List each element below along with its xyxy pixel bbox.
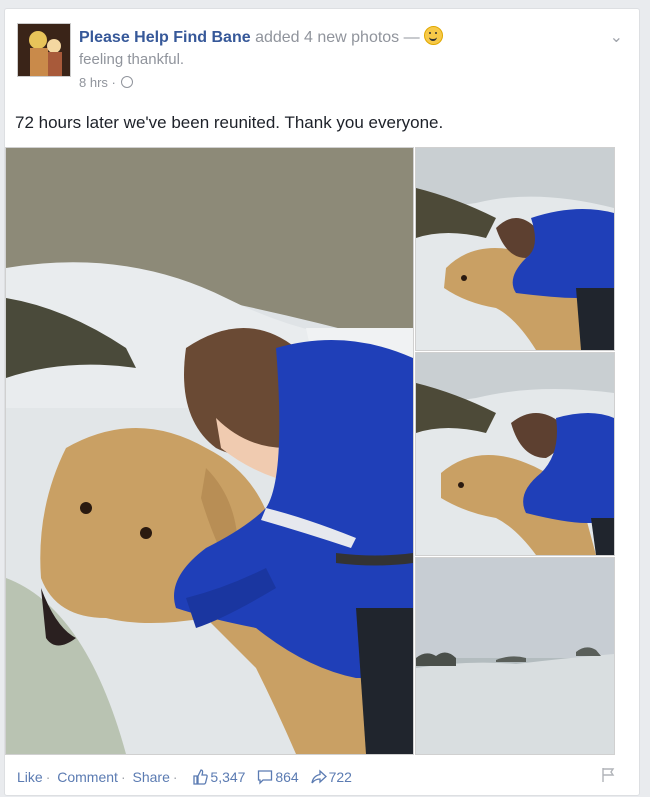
post-header: Please Help Find Bane added 4 new photos… <box>79 26 444 47</box>
comment-button[interactable]: Comment <box>57 769 118 785</box>
comment-icon <box>257 769 273 788</box>
share-button[interactable]: Share <box>133 769 170 785</box>
likes-count[interactable]: 5,347 <box>210 769 245 785</box>
thumbs-up-icon <box>192 769 209 788</box>
feeling-text: feeling thankful. <box>79 51 185 68</box>
photo-3[interactable] <box>415 352 615 556</box>
post-meta: 8 hrs · <box>79 75 134 90</box>
share-icon <box>310 769 327 788</box>
globe-icon <box>121 76 134 88</box>
chevron-down-icon[interactable]: ⌄ <box>610 27 623 47</box>
smiley-icon <box>424 26 444 45</box>
post-actions: Like · Comment · Share · 5,347 864 722 <box>17 769 352 788</box>
flag-icon[interactable] <box>601 767 615 788</box>
shares-count[interactable]: 722 <box>329 769 352 785</box>
photo-2[interactable] <box>415 147 615 351</box>
comments-count[interactable]: 864 <box>275 769 298 785</box>
author-name[interactable]: Please Help Find Bane <box>79 29 251 46</box>
post-text: 72 hours later we've been reunited. Than… <box>15 113 444 132</box>
like-button[interactable]: Like <box>17 769 43 785</box>
photo-4[interactable] <box>415 557 615 755</box>
post-timestamp[interactable]: 8 hrs · <box>79 75 116 90</box>
photo-main[interactable] <box>5 147 414 755</box>
post-card: Please Help Find Bane added 4 new photos… <box>4 8 640 796</box>
post-action-text: added 4 new photos — <box>255 29 420 46</box>
page-avatar[interactable] <box>17 23 71 77</box>
